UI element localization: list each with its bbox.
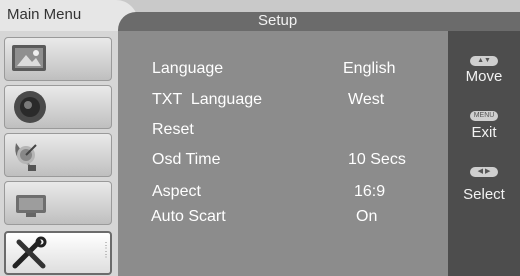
move-key-icon: ▲▼ <box>470 56 498 66</box>
setting-row-txt-language[interactable]: TXT Language West <box>118 91 448 115</box>
sidebar: ⋮ ⋮ <box>0 31 118 276</box>
sidebar-item-picture[interactable] <box>4 37 112 81</box>
setting-value: 10 Secs <box>348 151 406 168</box>
left-right-key-icon: ◀ ▶ <box>470 167 498 177</box>
help-select-label: Select <box>463 186 505 203</box>
setting-value: On <box>356 208 378 225</box>
setting-label: Aspect <box>152 183 201 200</box>
tools-icon <box>12 236 47 269</box>
setting-row-language[interactable]: Language English <box>118 60 448 84</box>
page-title: Setup <box>258 12 298 29</box>
help-panel: ▲▼ Move MENU Exit ◀ ▶ Select <box>448 31 520 276</box>
setting-label: Language <box>152 60 224 77</box>
setting-row-aspect[interactable]: Aspect 16:9 <box>118 183 448 207</box>
satellite-dish-icon <box>15 143 37 171</box>
tab-main-menu-label: Main Menu <box>7 6 82 23</box>
setup-screen: Main Menu Setup ⋮ ⋮ Language English TXT… <box>0 0 520 276</box>
setting-row-auto-scart[interactable]: Auto Scart On <box>118 208 448 232</box>
tab-setup: Setup <box>118 12 520 31</box>
sidebar-item-setup[interactable]: ⋮ ⋮ <box>4 231 112 275</box>
setting-label: Auto Scart <box>151 208 226 225</box>
scroll-indicator: ⋮ ⋮ <box>102 241 110 259</box>
setting-value: West <box>348 91 385 108</box>
setting-value: English <box>343 60 396 77</box>
speaker-icon <box>14 91 46 123</box>
setting-label: Osd Time <box>152 151 221 168</box>
setting-label: TXT Language <box>152 91 263 108</box>
setting-row-reset[interactable]: Reset <box>118 121 448 145</box>
tv-icon <box>16 195 46 217</box>
help-move-label: Move <box>465 68 503 85</box>
settings-panel: Language English TXT Language West Reset… <box>118 31 448 276</box>
setting-row-osd-time[interactable]: Osd Time 10 Secs <box>118 151 448 175</box>
sidebar-item-channel[interactable] <box>4 133 112 177</box>
picture-icon <box>12 45 46 71</box>
menu-key-icon: MENU <box>470 111 498 121</box>
sidebar-item-sound[interactable] <box>4 85 112 129</box>
sidebar-item-tv[interactable] <box>4 181 112 225</box>
help-exit-label: Exit <box>471 124 497 141</box>
setting-label: Reset <box>152 121 194 138</box>
setting-value: 16:9 <box>354 183 386 200</box>
